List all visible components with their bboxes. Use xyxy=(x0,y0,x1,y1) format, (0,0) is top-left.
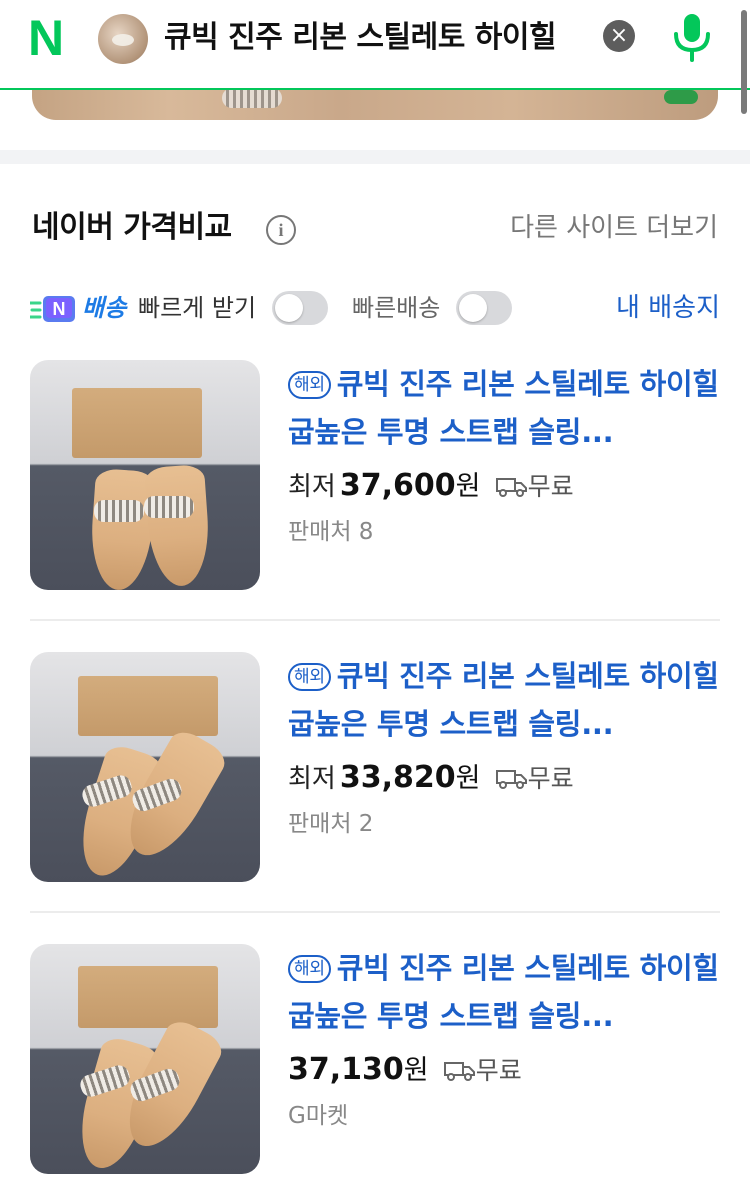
seller-count: 판매처 2 xyxy=(288,811,374,837)
search-header: N 큐빅 진주 리본 스틸레토 하이힐 × xyxy=(0,0,750,90)
price-prefix: 최저 xyxy=(288,764,336,794)
scrollbar[interactable] xyxy=(741,10,747,114)
fast-receive-toggle[interactable] xyxy=(272,291,328,325)
overseas-badge: 해외 xyxy=(288,955,331,983)
list-divider xyxy=(30,619,720,621)
overseas-badge: 해외 xyxy=(288,371,331,399)
seller-count: 판매처 8 xyxy=(288,519,374,545)
product-info: 해외 큐빅 진주 리본 스틸레토 하이힐 굽높은 투명 스트랩 슬링... 최저 3… xyxy=(288,360,720,550)
price-unit: 원 xyxy=(455,471,481,502)
price-row: 37,130원 무료 xyxy=(288,1048,720,1092)
price-unit: 원 xyxy=(403,1055,429,1086)
product-title[interactable]: 해외 큐빅 진주 리본 스틸레토 하이힐 굽높은 투명 스트랩 슬링... xyxy=(288,652,720,748)
svg-text:N: N xyxy=(53,299,66,319)
product-image[interactable] xyxy=(30,944,260,1174)
product-card[interactable]: 해외 큐빅 진주 리본 스틸레토 하이힐 굽높은 투명 스트랩 슬링... 최저 3… xyxy=(30,360,720,590)
npay-delivery-icon: N xyxy=(28,294,78,324)
truck-icon xyxy=(443,1054,476,1081)
price-value: 37,130 xyxy=(288,1052,404,1087)
price-row: 최저 33,820원 무료 xyxy=(288,756,720,800)
other-sites-more-link[interactable]: 다른 사이트 더보기 xyxy=(510,210,718,246)
product-card[interactable]: 해외 큐빅 진주 리본 스틸레토 하이힐 굽높은 투명 스트랩 슬링... 최저 3… xyxy=(30,652,720,882)
price-unit: 원 xyxy=(455,763,481,794)
product-title-text[interactable]: 큐빅 진주 리본 스틸레토 하이힐 굽높은 투명 스트랩 슬링... xyxy=(288,659,719,741)
image-search-thumbnail[interactable] xyxy=(98,14,148,64)
product-card[interactable]: 해외 큐빅 진주 리본 스틸레토 하이힐 굽높은 투명 스트랩 슬링... 37,… xyxy=(30,944,720,1174)
fast-receive-label: 빠르게 받기 xyxy=(138,294,257,322)
list-divider xyxy=(30,911,720,913)
info-icon[interactable]: i xyxy=(266,215,296,245)
delivery-filter-row: N 배송 빠르게 받기 빠른배송 내 배송지 xyxy=(28,288,720,332)
product-info: 해외 큐빅 진주 리본 스틸레토 하이힐 굽높은 투명 스트랩 슬링... 최저 3… xyxy=(288,652,720,842)
price-prefix: 최저 xyxy=(288,472,336,502)
fast-delivery-label: 빠른배송 xyxy=(352,294,441,322)
price-value: 37,600 xyxy=(339,468,456,503)
shipping-fee: 무료 xyxy=(475,1056,522,1085)
product-title-text[interactable]: 큐빅 진주 리본 스틸레토 하이힐 굽높은 투명 스트랩 슬링... xyxy=(288,951,719,1033)
overseas-badge: 해외 xyxy=(288,663,331,691)
microphone-icon[interactable] xyxy=(670,10,714,64)
truck-icon xyxy=(495,762,528,789)
shipping-fee: 무료 xyxy=(527,764,574,793)
naver-logo[interactable]: N xyxy=(28,13,76,63)
product-title[interactable]: 해외 큐빅 진주 리본 스틸레토 하이힐 굽높은 투명 스트랩 슬링... xyxy=(288,944,720,1040)
search-query-text[interactable]: 큐빅 진주 리본 스틸레토 하이힐 xyxy=(164,18,557,58)
clear-search-button[interactable]: × xyxy=(603,20,635,52)
my-address-link[interactable]: 내 배송지 xyxy=(616,290,720,326)
price-row: 최저 37,600원 무료 xyxy=(288,464,720,508)
fast-delivery-toggle[interactable] xyxy=(456,291,512,325)
product-title-text[interactable]: 큐빅 진주 리본 스틸레토 하이힐 굽높은 투명 스트랩 슬링... xyxy=(288,367,719,449)
product-info: 해외 큐빅 진주 리본 스틸레토 하이힐 굽높은 투명 스트랩 슬링... 37,… xyxy=(288,944,720,1134)
shipping-fee: 무료 xyxy=(527,472,574,501)
product-image[interactable] xyxy=(30,360,260,590)
price-value: 33,820 xyxy=(339,760,456,795)
section-divider xyxy=(0,150,750,164)
truck-icon xyxy=(495,470,528,497)
npay-delivery-label: 배송 xyxy=(82,294,127,322)
product-image[interactable] xyxy=(30,652,260,882)
price-compare-title: 네이버 가격비교 xyxy=(32,210,232,245)
seller-name[interactable]: G마켓 xyxy=(288,1098,720,1134)
product-title[interactable]: 해외 큐빅 진주 리본 스틸레토 하이힐 굽높은 투명 스트랩 슬링... xyxy=(288,360,720,456)
